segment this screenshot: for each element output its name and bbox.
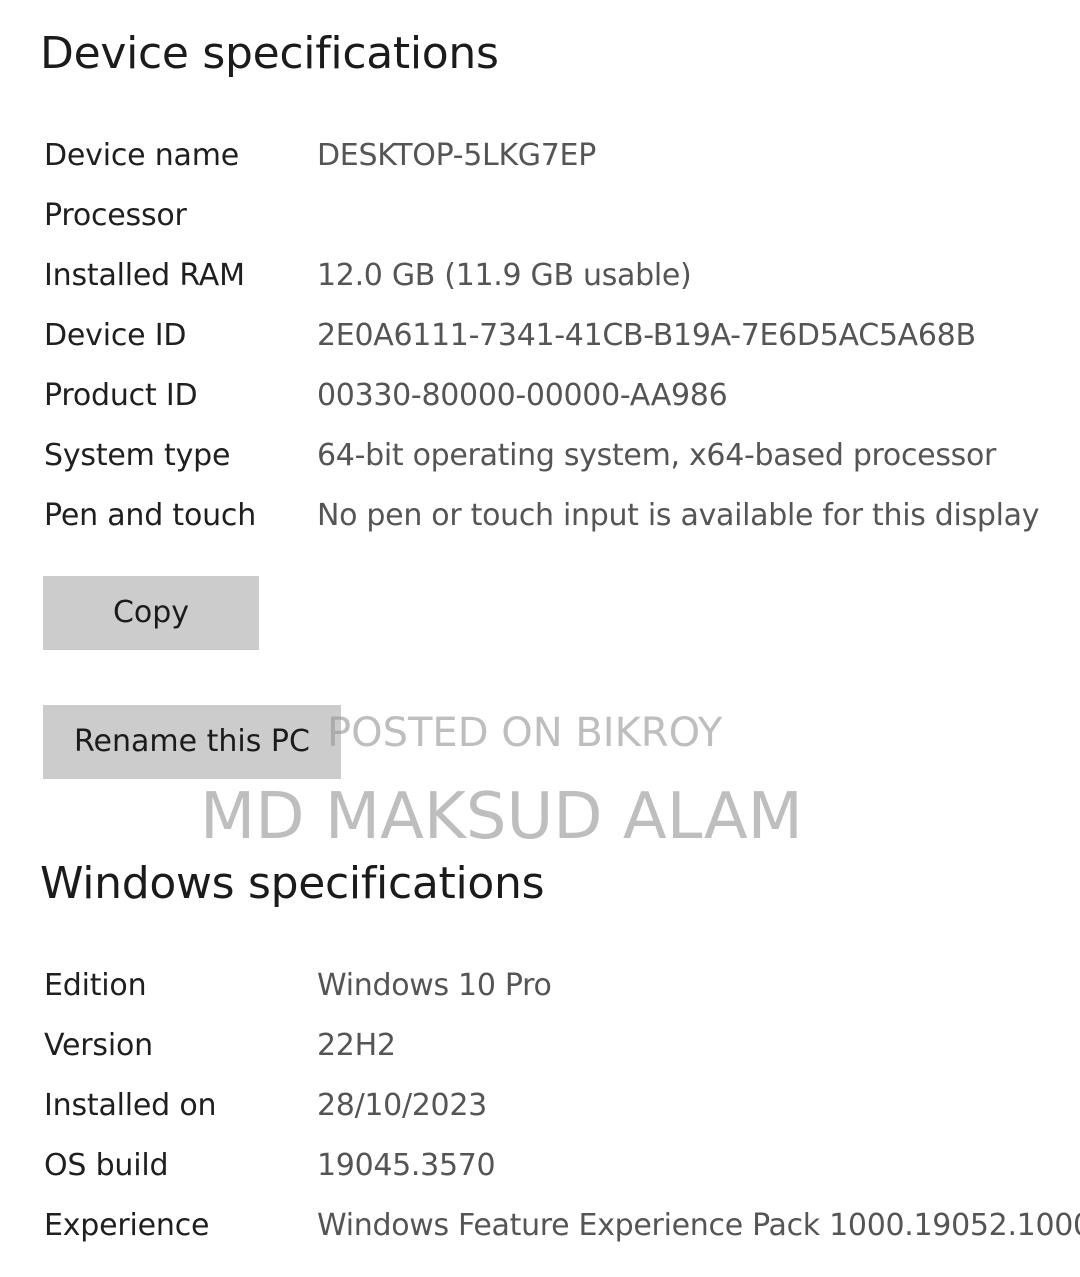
windows-specs-list: Edition Windows 10 Pro Version 22H2 Inst…	[0, 956, 1080, 1256]
spec-row-experience: Experience Windows Feature Experience Pa…	[0, 1196, 1080, 1256]
spec-row-pen-and-touch: Pen and touch No pen or touch input is a…	[0, 486, 1080, 546]
spec-label: Experience	[44, 1208, 210, 1243]
spec-label: System type	[44, 438, 231, 473]
copy-button[interactable]: Copy	[43, 576, 259, 650]
spec-value: 00330-80000-00000-AA986	[317, 378, 728, 413]
watermark-author: MD MAKSUD ALAM	[200, 780, 803, 854]
spec-row-installed-ram: Installed RAM 12.0 GB (11.9 GB usable)	[0, 246, 1080, 306]
spec-row-os-build: OS build 19045.3570	[0, 1136, 1080, 1196]
windows-specs-title: Windows specifications	[40, 858, 545, 909]
spec-label: OS build	[44, 1148, 169, 1183]
watermark-posted-on: POSTED ON BIKROY	[327, 710, 723, 756]
spec-row-processor: Processor	[0, 186, 1080, 246]
spec-row-edition: Edition Windows 10 Pro	[0, 956, 1080, 1016]
spec-value: 12.0 GB (11.9 GB usable)	[317, 258, 692, 293]
spec-row-device-id: Device ID 2E0A6111-7341-41CB-B19A-7E6D5A…	[0, 306, 1080, 366]
device-specs-list: Device name DESKTOP-5LKG7EP Processor In…	[0, 126, 1080, 546]
spec-value: Windows 10 Pro	[317, 968, 552, 1003]
spec-label: Installed RAM	[44, 258, 245, 293]
rename-pc-button[interactable]: Rename this PC	[43, 705, 341, 779]
spec-row-installed-on: Installed on 28/10/2023	[0, 1076, 1080, 1136]
spec-label: Installed on	[44, 1088, 217, 1123]
spec-row-system-type: System type 64-bit operating system, x64…	[0, 426, 1080, 486]
spec-row-version: Version 22H2	[0, 1016, 1080, 1076]
spec-label: Edition	[44, 968, 147, 1003]
spec-label: Version	[44, 1028, 153, 1063]
spec-label: Pen and touch	[44, 498, 257, 533]
spec-row-product-id: Product ID 00330-80000-00000-AA986	[0, 366, 1080, 426]
spec-value: 2E0A6111-7341-41CB-B19A-7E6D5AC5A68B	[317, 318, 976, 353]
spec-value: 19045.3570	[317, 1148, 496, 1183]
spec-value: 22H2	[317, 1028, 396, 1063]
spec-label: Product ID	[44, 378, 198, 413]
spec-row-device-name: Device name DESKTOP-5LKG7EP	[0, 126, 1080, 186]
spec-value: DESKTOP-5LKG7EP	[317, 138, 596, 173]
spec-value: Windows Feature Experience Pack 1000.190…	[317, 1208, 1080, 1243]
spec-label: Device name	[44, 138, 240, 173]
spec-value: No pen or touch input is available for t…	[317, 498, 1040, 533]
spec-label: Device ID	[44, 318, 187, 353]
spec-value: 28/10/2023	[317, 1088, 487, 1123]
spec-value: 64-bit operating system, x64-based proce…	[317, 438, 997, 473]
device-specs-title: Device specifications	[40, 28, 499, 79]
spec-label: Processor	[44, 198, 187, 233]
